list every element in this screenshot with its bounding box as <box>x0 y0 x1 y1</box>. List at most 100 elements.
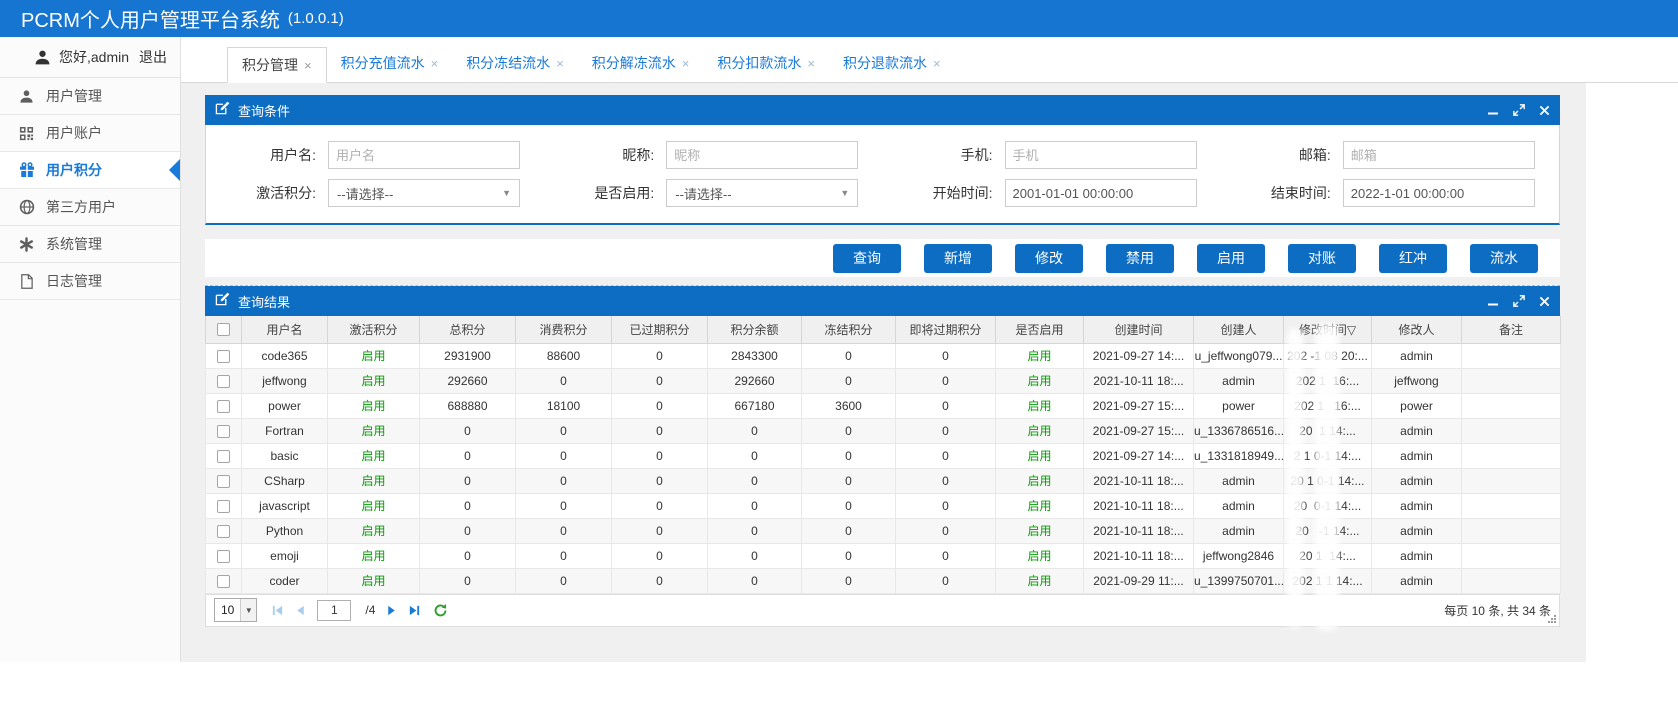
cell-modified: 2 1 0-1 14:... <box>1284 443 1372 468</box>
expand-icon[interactable] <box>1513 104 1525 116</box>
close-tab-icon[interactable]: × <box>807 56 815 71</box>
table-row[interactable]: emoji 启用 0 0 0 0 0 0 启用 2021-10-11 18:..… <box>206 543 1561 568</box>
table-row[interactable]: javascript 启用 0 0 0 0 0 0 启用 2021-10-11 … <box>206 493 1561 518</box>
end-time-input[interactable] <box>1343 179 1535 207</box>
reverse-button[interactable]: 红冲 <box>1379 244 1447 273</box>
search-button[interactable]: 查询 <box>833 244 901 273</box>
row-checkbox[interactable] <box>217 350 230 363</box>
column-header-frozen[interactable]: 冻结积分 <box>802 316 896 343</box>
expand-icon[interactable] <box>1513 295 1525 307</box>
column-header-activate[interactable]: 激活积分 <box>328 316 420 343</box>
row-checkbox[interactable] <box>217 475 230 488</box>
close-tab-icon[interactable]: × <box>431 56 439 71</box>
table-row[interactable]: CSharp 启用 0 0 0 0 0 0 启用 2021-10-11 18:.… <box>206 468 1561 493</box>
cell-username: javascript <box>242 493 328 518</box>
row-checkbox-cell <box>206 393 242 418</box>
cell-enabled: 启用 <box>996 393 1084 418</box>
close-icon[interactable] <box>1539 105 1550 116</box>
column-header-expired[interactable]: 已过期积分 <box>612 316 708 343</box>
column-header-total[interactable]: 总积分 <box>420 316 516 343</box>
column-header-remark[interactable]: 备注 <box>1462 316 1561 343</box>
minimize-icon[interactable] <box>1487 104 1499 116</box>
close-tab-icon[interactable]: × <box>556 56 564 71</box>
cell-creator: power <box>1194 393 1284 418</box>
last-page-button[interactable] <box>408 604 421 617</box>
cell-expired: 0 <box>612 543 708 568</box>
start-time-input[interactable] <box>1005 179 1197 207</box>
row-checkbox[interactable] <box>217 575 230 588</box>
tab-points-freeze-flow[interactable]: 积分冻结流水 × <box>466 53 564 73</box>
close-icon[interactable] <box>1539 296 1550 307</box>
username-input[interactable] <box>328 141 520 169</box>
mobile-input[interactable] <box>1005 141 1197 169</box>
row-checkbox[interactable] <box>217 525 230 538</box>
row-checkbox[interactable] <box>217 425 230 438</box>
column-header-enabled[interactable]: 是否启用 <box>996 316 1084 343</box>
table-row[interactable]: power 启用 688880 18100 0 667180 3600 0 启用… <box>206 393 1561 418</box>
table-row[interactable]: coder 启用 0 0 0 0 0 0 启用 2021-09-29 11:..… <box>206 568 1561 593</box>
row-checkbox[interactable] <box>217 500 230 513</box>
column-header-username[interactable]: 用户名 <box>242 316 328 343</box>
logout-link[interactable]: 退出 <box>139 47 167 67</box>
prev-page-button[interactable] <box>294 604 307 617</box>
tab-points-refund-flow[interactable]: 积分退款流水 × <box>843 53 941 73</box>
column-header-balance[interactable]: 积分余额 <box>708 316 802 343</box>
row-checkbox[interactable] <box>217 400 230 413</box>
tab-points-unfreeze-flow[interactable]: 积分解冻流水 × <box>592 53 690 73</box>
edit-button[interactable]: 修改 <box>1015 244 1083 273</box>
first-page-button[interactable] <box>271 604 284 617</box>
nickname-input[interactable] <box>666 141 858 169</box>
chevron-down-icon: ▼ <box>240 599 256 621</box>
enable-button[interactable]: 启用 <box>1197 244 1265 273</box>
sidebar-item-log-management[interactable]: 日志管理 <box>0 263 180 300</box>
close-tab-icon[interactable]: × <box>682 56 690 71</box>
cell-total: 0 <box>420 493 516 518</box>
page-number-input[interactable] <box>317 600 351 621</box>
row-checkbox[interactable] <box>217 375 230 388</box>
next-page-button[interactable] <box>385 604 398 617</box>
close-tab-icon[interactable]: × <box>304 58 312 73</box>
cell-expired: 0 <box>612 443 708 468</box>
reconcile-button[interactable]: 对账 <box>1288 244 1356 273</box>
enabled-select[interactable]: --请选择-- ▼ <box>666 179 858 207</box>
row-checkbox[interactable] <box>217 550 230 563</box>
sidebar-item-user-points[interactable]: 用户积分 <box>0 152 180 189</box>
table-row[interactable]: basic 启用 0 0 0 0 0 0 启用 2021-09-27 14:..… <box>206 443 1561 468</box>
row-checkbox-cell <box>206 468 242 493</box>
accounts-icon <box>18 125 35 142</box>
cell-remark <box>1462 568 1561 593</box>
column-header-created[interactable]: 创建时间 <box>1084 316 1194 343</box>
page-size-select[interactable]: 10 ▼ <box>214 598 257 622</box>
tab-points-management[interactable]: 积分管理 × <box>227 47 327 83</box>
table-row[interactable]: Fortran 启用 0 0 0 0 0 0 启用 2021-09-27 15:… <box>206 418 1561 443</box>
close-tab-icon[interactable]: × <box>933 56 941 71</box>
sidebar-item-user-management[interactable]: 用户管理 <box>0 78 180 115</box>
cell-enabled: 启用 <box>996 468 1084 493</box>
add-button[interactable]: 新增 <box>924 244 992 273</box>
activate-points-select[interactable]: --请选择-- ▼ <box>328 179 520 207</box>
column-header-expiring[interactable]: 即将过期积分 <box>896 316 996 343</box>
row-checkbox[interactable] <box>217 450 230 463</box>
resize-grip[interactable] <box>1547 614 1557 624</box>
column-header-consumed[interactable]: 消费积分 <box>516 316 612 343</box>
tab-points-deduction-flow[interactable]: 积分扣款流水 × <box>717 53 815 73</box>
table-row[interactable]: code365 启用 2931900 88600 0 2843300 0 0 启… <box>206 343 1561 368</box>
top-header: PCRM个人用户管理平台系统 (1.0.0.1) <box>0 0 1678 37</box>
column-header-modifier[interactable]: 修改人 <box>1372 316 1462 343</box>
email-input[interactable] <box>1343 141 1535 169</box>
flow-button[interactable]: 流水 <box>1470 244 1538 273</box>
table-row[interactable]: Python 启用 0 0 0 0 0 0 启用 2021-10-11 18:.… <box>206 518 1561 543</box>
minimize-icon[interactable] <box>1487 295 1499 307</box>
sidebar-item-third-party-users[interactable]: 第三方用户 <box>0 189 180 226</box>
sidebar-item-user-accounts[interactable]: 用户账户 <box>0 115 180 152</box>
sidebar-item-label: 系统管理 <box>46 234 102 254</box>
cell-remark <box>1462 343 1561 368</box>
column-header-creator[interactable]: 创建人 <box>1194 316 1284 343</box>
table-row[interactable]: jeffwong 启用 292660 0 0 292660 0 0 启用 202… <box>206 368 1561 393</box>
sidebar-item-system-management[interactable]: 系统管理 <box>0 226 180 263</box>
column-header-modified-sort[interactable]: 修改时间▽ <box>1284 316 1372 343</box>
refresh-icon[interactable] <box>433 603 448 618</box>
tab-points-recharge-flow[interactable]: 积分充值流水 × <box>341 53 439 73</box>
disable-button[interactable]: 禁用 <box>1106 244 1174 273</box>
select-all-checkbox[interactable] <box>217 323 230 336</box>
